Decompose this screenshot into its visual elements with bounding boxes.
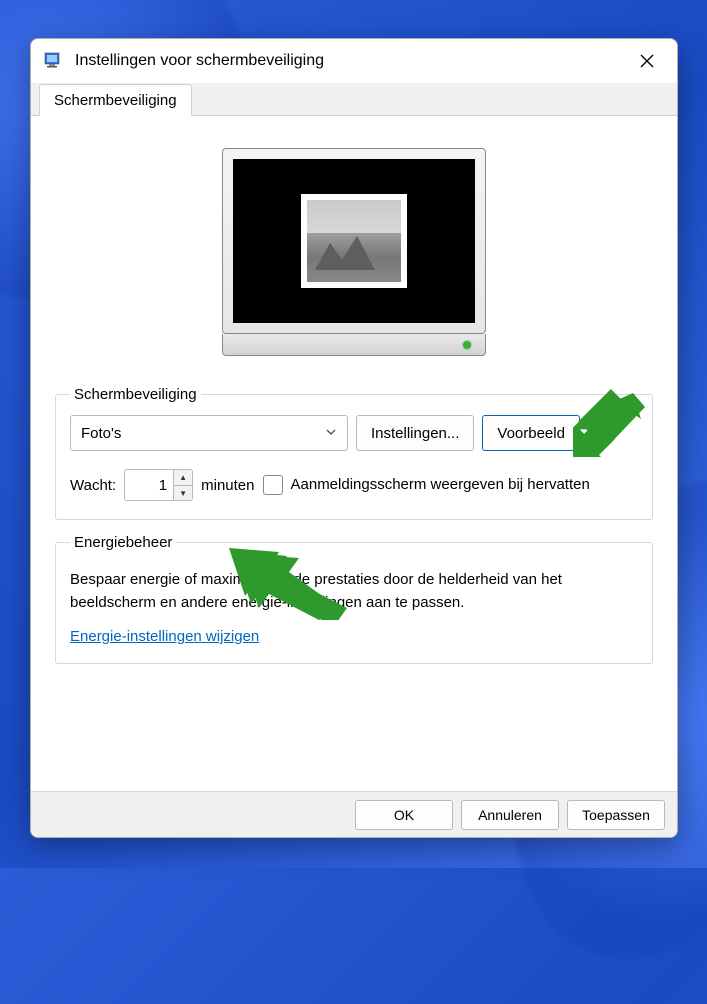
- monitor-preview: [55, 136, 653, 386]
- logon-resume-label: Aanmeldingsscherm weergeven bij hervatte…: [291, 476, 590, 495]
- tab-strip: Schermbeveiliging: [31, 83, 677, 116]
- photo-thumbnail-frame: [301, 194, 407, 288]
- ok-button[interactable]: OK: [355, 800, 453, 830]
- cancel-button[interactable]: Annuleren: [461, 800, 559, 830]
- power-management-group: Energiebeheer Bespaar energie of maximal…: [55, 534, 653, 664]
- spinner-down-button[interactable]: ▼: [174, 485, 192, 500]
- spinner-up-button[interactable]: ▲: [174, 470, 192, 485]
- screensaver-select[interactable]: Foto's: [70, 415, 348, 451]
- window-title: Instellingen voor schermbeveiliging: [75, 52, 625, 70]
- wait-label: Wacht:: [70, 477, 116, 494]
- monitor-frame: [222, 148, 486, 334]
- chevron-down-icon: [325, 425, 337, 442]
- tab-screensaver[interactable]: Schermbeveiliging: [39, 84, 192, 116]
- screensaver-legend: Schermbeveiliging: [70, 386, 201, 403]
- minutes-label: minuten: [201, 477, 254, 494]
- monitor-graphic: [222, 148, 486, 356]
- tab-label: Schermbeveiliging: [54, 92, 177, 109]
- settings-button[interactable]: Instellingen...: [356, 415, 474, 451]
- power-description: Bespaar energie of maximaliseer de prest…: [70, 569, 638, 614]
- apply-button[interactable]: Toepassen: [567, 800, 665, 830]
- settings-button-label: Instellingen...: [371, 425, 459, 442]
- apply-button-label: Toepassen: [582, 807, 650, 823]
- preview-button-label: Voorbeeld: [497, 425, 565, 442]
- power-legend: Energiebeheer: [70, 534, 176, 551]
- screensaver-settings-dialog: Instellingen voor schermbeveiliging Sche…: [30, 38, 678, 838]
- power-settings-link[interactable]: Energie-instellingen wijzigen: [70, 628, 259, 645]
- monitor-screen: [233, 159, 475, 323]
- monitor-base: [222, 334, 486, 356]
- app-icon: [43, 50, 65, 72]
- cancel-button-label: Annuleren: [478, 807, 542, 823]
- preview-button[interactable]: Voorbeeld: [482, 415, 580, 451]
- close-button[interactable]: [625, 45, 669, 77]
- dialog-footer: OK Annuleren Toepassen: [31, 791, 677, 837]
- logon-resume-checkbox[interactable]: [263, 475, 283, 495]
- titlebar: Instellingen voor schermbeveiliging: [31, 39, 677, 83]
- power-led-icon: [463, 341, 471, 349]
- close-icon: [640, 54, 654, 68]
- ok-button-label: OK: [394, 807, 414, 823]
- photo-thumbnail-icon: [307, 200, 401, 282]
- dialog-body: Schermbeveiliging Foto's Instellingen...…: [31, 116, 677, 791]
- screensaver-select-value: Foto's: [81, 425, 121, 442]
- wait-minutes-input[interactable]: [125, 470, 173, 500]
- wait-minutes-spinner[interactable]: ▲ ▼: [124, 469, 193, 501]
- screensaver-group: Schermbeveiliging Foto's Instellingen...…: [55, 386, 653, 520]
